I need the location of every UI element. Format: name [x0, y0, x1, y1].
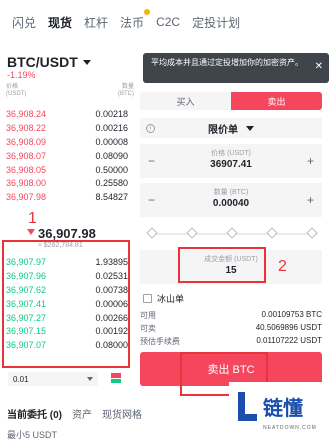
info-icon[interactable]: i	[146, 123, 155, 133]
slider-stop-25[interactable]	[186, 227, 198, 239]
can-sell-label: 可卖	[140, 324, 156, 333]
price-field-label: 价格 (USDT)	[211, 150, 251, 157]
ask-qty: 0.00218	[95, 108, 128, 119]
tab-swap[interactable]: 闪兑	[6, 14, 42, 31]
slider-stop-0[interactable]	[146, 227, 158, 239]
depth-value: 0.01	[13, 374, 29, 384]
layout-icon-bid-part	[111, 378, 121, 383]
qty-header: 数量	[121, 84, 134, 90]
tooltip-text: 平均成本并且通过定投增加你的加密资产。	[151, 58, 303, 67]
arrow-down-icon	[27, 229, 35, 235]
amount-highlight-box	[178, 247, 266, 283]
iceberg-option[interactable]: 冰山单	[143, 292, 184, 305]
ask-list: 36,908.24 0.00218 36,908.22 0.00216 36,908…	[6, 107, 128, 205]
ask-price: 36,908.00	[6, 178, 47, 189]
slider-stop-50[interactable]	[226, 227, 238, 239]
available-label: 可用	[140, 311, 156, 320]
depth-select[interactable]: 0.01	[8, 372, 98, 386]
ask-row[interactable]: 36,907.98 8.54827	[6, 190, 128, 204]
bid-highlight-box	[2, 240, 130, 368]
ask-price: 36,908.07	[6, 150, 47, 161]
sell-tab[interactable]: 卖出	[231, 92, 322, 110]
annotation-two: 2	[278, 258, 287, 275]
last-price: 36,907.98	[38, 226, 96, 241]
ask-row[interactable]: 36,908.00 0.25580	[6, 176, 128, 190]
ask-price: 36,908.22	[6, 122, 47, 133]
percent-slider[interactable]	[146, 227, 318, 239]
tab-c2c[interactable]: C2C	[150, 15, 186, 29]
logo-domain: NEATDOWN.COM	[263, 425, 317, 431]
annotation-one: 1	[28, 210, 37, 227]
side-toggle: 买入 卖出	[140, 92, 322, 110]
available-value: 0.00109753 BTC	[261, 310, 323, 319]
buy-tab[interactable]: 买入	[140, 92, 231, 110]
slider-stop-75[interactable]	[266, 227, 278, 239]
pair-selector[interactable]: BTC/USDT	[7, 54, 91, 70]
iceberg-label: 冰山单	[157, 294, 185, 304]
slider-stop-100[interactable]	[306, 227, 318, 239]
orderbook-layout-icon[interactable]	[111, 373, 121, 383]
ask-row[interactable]: 36,908.07 0.08090	[6, 149, 128, 163]
ask-price: 36,908.24	[6, 108, 47, 119]
ask-row[interactable]: 36,908.22 0.00216	[6, 121, 128, 135]
order-type-select[interactable]: i 限价单	[140, 118, 322, 138]
notification-dot	[144, 8, 151, 15]
tab-spot-grid[interactable]: 现货网格	[102, 406, 142, 421]
market-tabs: 闪兑 现货 杠杆 法币 C2C 定投计划	[0, 0, 329, 44]
ask-qty: 0.00008	[95, 136, 128, 147]
min-amount-note: 最小5 USDT	[7, 430, 58, 440]
tab-open-orders[interactable]: 当前委托 (0)	[7, 406, 62, 421]
ask-qty: 0.50000	[95, 164, 128, 175]
ask-row[interactable]: 36,908.05 0.50000	[6, 163, 128, 177]
price-field-value[interactable]: 36907.41	[140, 159, 322, 170]
tab-assets[interactable]: 资产	[72, 406, 92, 421]
ask-qty: 8.54827	[95, 192, 128, 203]
logo-text: 链懂	[263, 398, 303, 420]
plus-icon[interactable]: +	[307, 154, 314, 168]
plus-icon[interactable]: +	[307, 193, 314, 207]
quantity-field-label: 数量 (BTC)	[213, 189, 249, 196]
chevron-down-icon	[82, 59, 91, 65]
logo-mark-icon	[238, 392, 257, 421]
price-field[interactable]: − 价格 (USDT) 36907.41 +	[140, 144, 322, 178]
layout-icon-ask-part	[111, 373, 121, 378]
ask-price: 36,908.09	[6, 136, 47, 147]
ask-price: 36,907.98	[6, 192, 47, 203]
ask-qty: 0.08090	[95, 150, 128, 161]
ask-qty: 0.25580	[95, 178, 128, 189]
can-sell-row: 可卖 40.5069896 USDT	[140, 323, 322, 334]
ask-price: 36,908.05	[6, 164, 47, 175]
recurring-tooltip: 平均成本并且通过定投增加你的加密资产。 ✕	[143, 53, 329, 83]
bottom-tabs: 当前委托 (0) 资产 现货网格	[7, 406, 142, 421]
iceberg-checkbox[interactable]	[143, 294, 152, 303]
site-logo: 链懂 NEATDOWN.COM	[229, 382, 329, 446]
can-sell-value: 40.5069896 USDT	[255, 323, 322, 332]
close-icon[interactable]: ✕	[315, 61, 323, 72]
qty-unit: (BTC)	[118, 91, 134, 97]
tab-recurring-plan[interactable]: 定投计划	[186, 14, 246, 31]
price-header: 价格	[6, 84, 19, 90]
price-unit: (USDT)	[6, 91, 27, 97]
tab-spot[interactable]: 现货	[42, 14, 78, 31]
ask-row[interactable]: 36,908.24 0.00218	[6, 107, 128, 121]
quantity-field-value[interactable]: 0.00040	[140, 198, 322, 209]
fee-label: 预估手续费	[140, 337, 180, 346]
quantity-field[interactable]: − 数量 (BTC) 0.00040 +	[140, 183, 322, 217]
chevron-down-icon	[246, 125, 254, 131]
orderbook-header: 价格 (USDT) 数量 (BTC)	[6, 84, 134, 98]
ask-qty: 0.00216	[95, 122, 128, 133]
available-row: 可用 0.00109753 BTC	[140, 310, 322, 321]
order-type-value: 限价单	[208, 124, 238, 136]
fee-row: 预估手续费 0.01107222 USDT	[140, 336, 322, 347]
tab-fiat-label: 法币	[120, 15, 145, 30]
fee-value: 0.01107222 USDT	[256, 336, 322, 345]
ask-row[interactable]: 36,908.09 0.00008	[6, 135, 128, 149]
qty-header-block: 数量 (BTC)	[118, 84, 134, 98]
tab-fiat[interactable]: 法币	[114, 8, 151, 31]
price-change: -1.19%	[7, 70, 36, 80]
tab-margin[interactable]: 杠杆	[78, 14, 114, 31]
pair-name: BTC/USDT	[7, 54, 78, 70]
chevron-down-icon	[87, 377, 93, 381]
